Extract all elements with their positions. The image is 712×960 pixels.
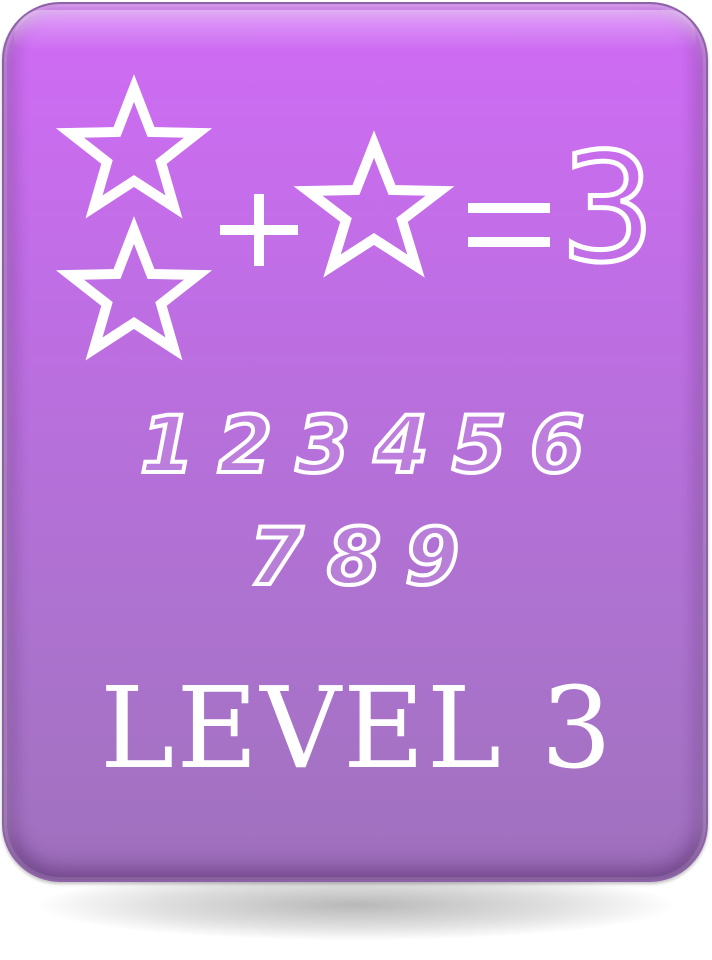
- star-icon: [55, 216, 213, 361]
- number-choice-7[interactable]: 7: [247, 514, 305, 602]
- number-choices-row-2: 7 8 9: [0, 514, 706, 602]
- number-choice-1[interactable]: 1: [138, 402, 196, 490]
- number-choice-6[interactable]: 6: [528, 402, 586, 490]
- number-choice-4[interactable]: 4: [372, 402, 430, 490]
- equals-sign: [468, 203, 550, 247]
- number-choice-3[interactable]: 3: [294, 402, 352, 490]
- number-choice-9[interactable]: 9: [403, 514, 461, 602]
- equation-answer: 3: [557, 122, 657, 296]
- plus-sign: [220, 194, 298, 266]
- number-choices-row-1: 1 2 3 4 5 6: [8, 402, 712, 490]
- number-choice-8[interactable]: 8: [325, 514, 383, 602]
- number-choice-2[interactable]: 2: [216, 402, 274, 490]
- star-icon: [293, 130, 455, 278]
- equation-puzzle: 3: [4, 4, 710, 384]
- level-title: LEVEL 3: [99, 664, 614, 794]
- game-screen: 3 1 2 3 4 5 6 7 8 9 LEVEL 3: [0, 0, 712, 960]
- number-choice-5[interactable]: 5: [450, 402, 508, 490]
- star-icon: [55, 74, 213, 219]
- level-card[interactable]: 3 1 2 3 4 5 6 7 8 9 LEVEL 3: [2, 2, 708, 882]
